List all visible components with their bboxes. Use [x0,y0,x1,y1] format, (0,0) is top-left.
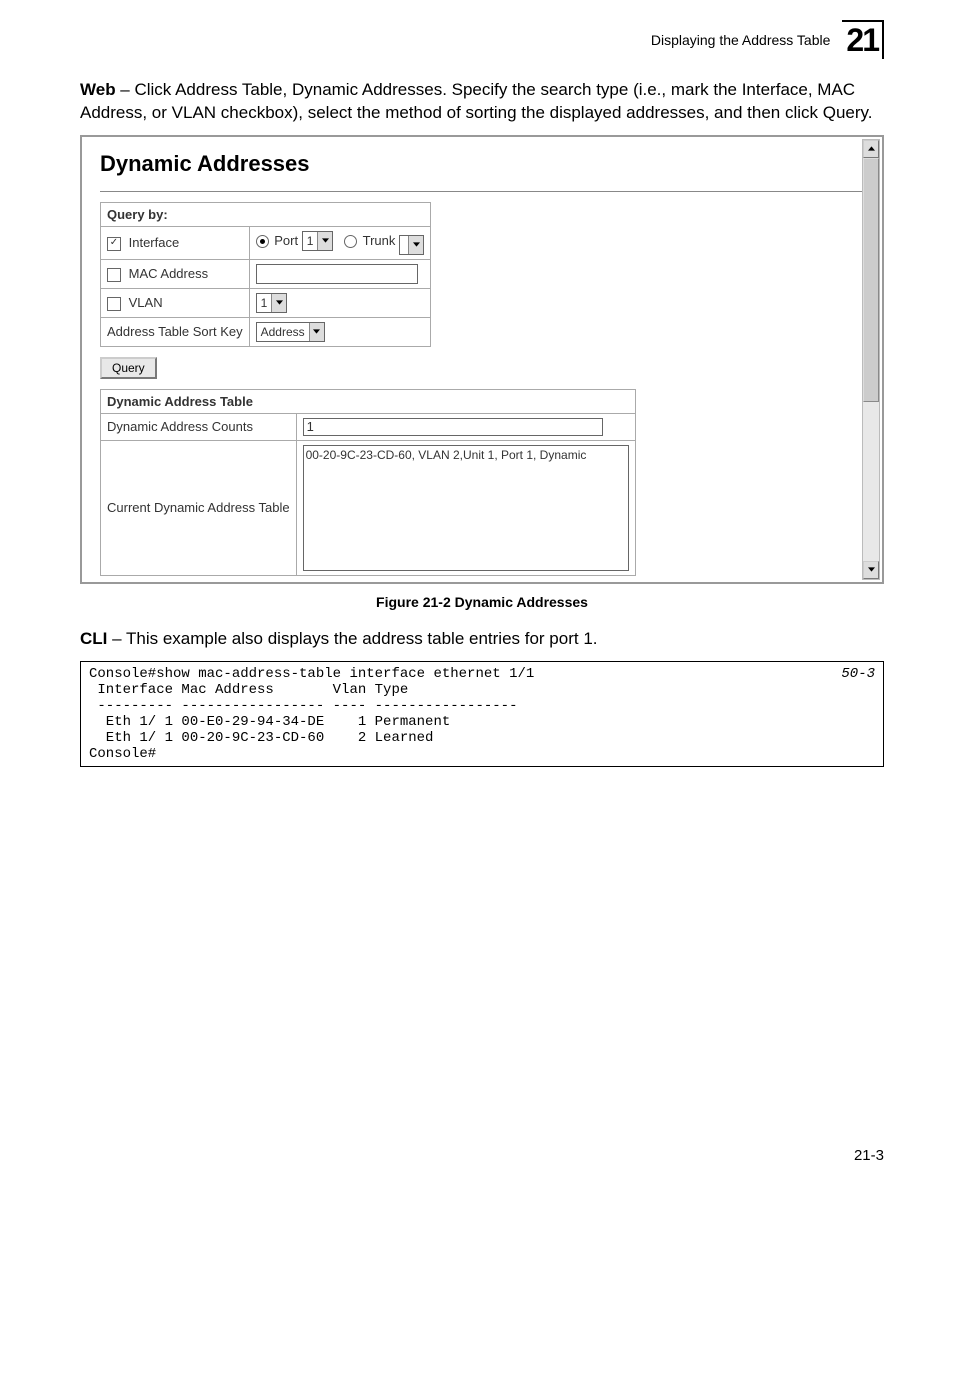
intro-paragraph: Web – Click Address Table, Dynamic Addre… [80,79,884,125]
screenshot-inner: Dynamic Addresses Query by: ✓ Interface … [82,137,882,582]
mac-input[interactable] [256,264,418,284]
chevron-down-icon [309,323,324,341]
sort-key-select[interactable]: Address [256,322,325,342]
figure-caption: Figure 21-2 Dynamic Addresses [80,594,884,610]
chevron-down-icon [271,294,286,312]
divider [100,191,864,192]
cli-output-box: Console#show mac-address-table interface… [80,661,884,767]
address-table: Dynamic Address Table Dynamic Address Co… [100,389,636,576]
vlan-checkbox[interactable] [107,297,121,311]
port-label: Port [274,233,298,248]
mac-row: MAC Address [101,259,431,288]
port-select[interactable]: 1 [302,231,334,251]
scrollbar[interactable] [862,139,880,580]
chapter-number: 21 [846,22,878,58]
page-container: Displaying the Address Table 21 Web – Cl… [0,0,954,1184]
address-entry[interactable]: 00-20-9C-23-CD-60, VLAN 2,Unit 1, Port 1… [306,448,626,462]
intro-lead: Web [80,80,116,99]
sort-key-value: Address [261,325,305,339]
interface-row: ✓ Interface Port 1 Trunk [101,226,431,259]
screenshot-frame: Dynamic Addresses Query by: ✓ Interface … [80,135,884,584]
counts-value[interactable]: 1 [303,418,603,436]
cli-ref: 50-3 [841,666,875,682]
chapter-badge: 21 [842,20,884,59]
counts-label: Dynamic Address Counts [101,413,297,440]
vlan-row: VLAN 1 [101,288,431,317]
scroll-up-icon[interactable] [863,140,879,158]
vlan-select[interactable]: 1 [256,293,288,313]
trunk-select[interactable] [399,235,424,255]
panel-title: Dynamic Addresses [100,151,864,177]
current-label: Current Dynamic Address Table [101,440,297,575]
address-listbox[interactable]: 00-20-9C-23-CD-60, VLAN 2,Unit 1, Port 1… [303,445,629,571]
page-number: 21-3 [80,1147,884,1164]
vlan-label: VLAN [129,295,163,310]
page-header: Displaying the Address Table 21 [80,20,884,59]
cli-paragraph: CLI – This example also displays the add… [80,628,884,651]
counts-row: Dynamic Address Counts 1 [101,413,636,440]
addr-table-header: Dynamic Address Table [101,389,636,413]
query-button[interactable]: Query [100,357,157,379]
query-by-header: Query by: [101,202,431,226]
scroll-down-icon[interactable] [863,561,879,579]
section-title: Displaying the Address Table [651,32,831,48]
interface-checkbox[interactable]: ✓ [107,237,121,251]
port-radio[interactable] [256,235,269,248]
vlan-select-value: 1 [261,296,268,310]
chevron-down-icon [317,232,332,250]
port-select-value: 1 [307,234,314,248]
scroll-track[interactable] [863,158,879,561]
current-row: Current Dynamic Address Table 00-20-9C-2… [101,440,636,575]
cli-text: – This example also displays the address… [107,629,597,648]
cli-lead: CLI [80,629,107,648]
sort-key-row: Address Table Sort Key Address [101,317,431,346]
interface-label: Interface [129,235,180,250]
trunk-radio[interactable] [344,235,357,248]
mac-label: MAC Address [129,266,208,281]
query-table: Query by: ✓ Interface Port 1 [100,202,431,347]
cli-body: Console#show mac-address-table interface… [89,666,534,762]
scroll-thumb[interactable] [863,158,879,402]
trunk-label: Trunk [363,233,396,248]
sort-key-label: Address Table Sort Key [101,317,250,346]
mac-checkbox[interactable] [107,268,121,282]
chevron-down-icon [408,236,423,254]
intro-text: – Click Address Table, Dynamic Addresses… [80,80,872,122]
